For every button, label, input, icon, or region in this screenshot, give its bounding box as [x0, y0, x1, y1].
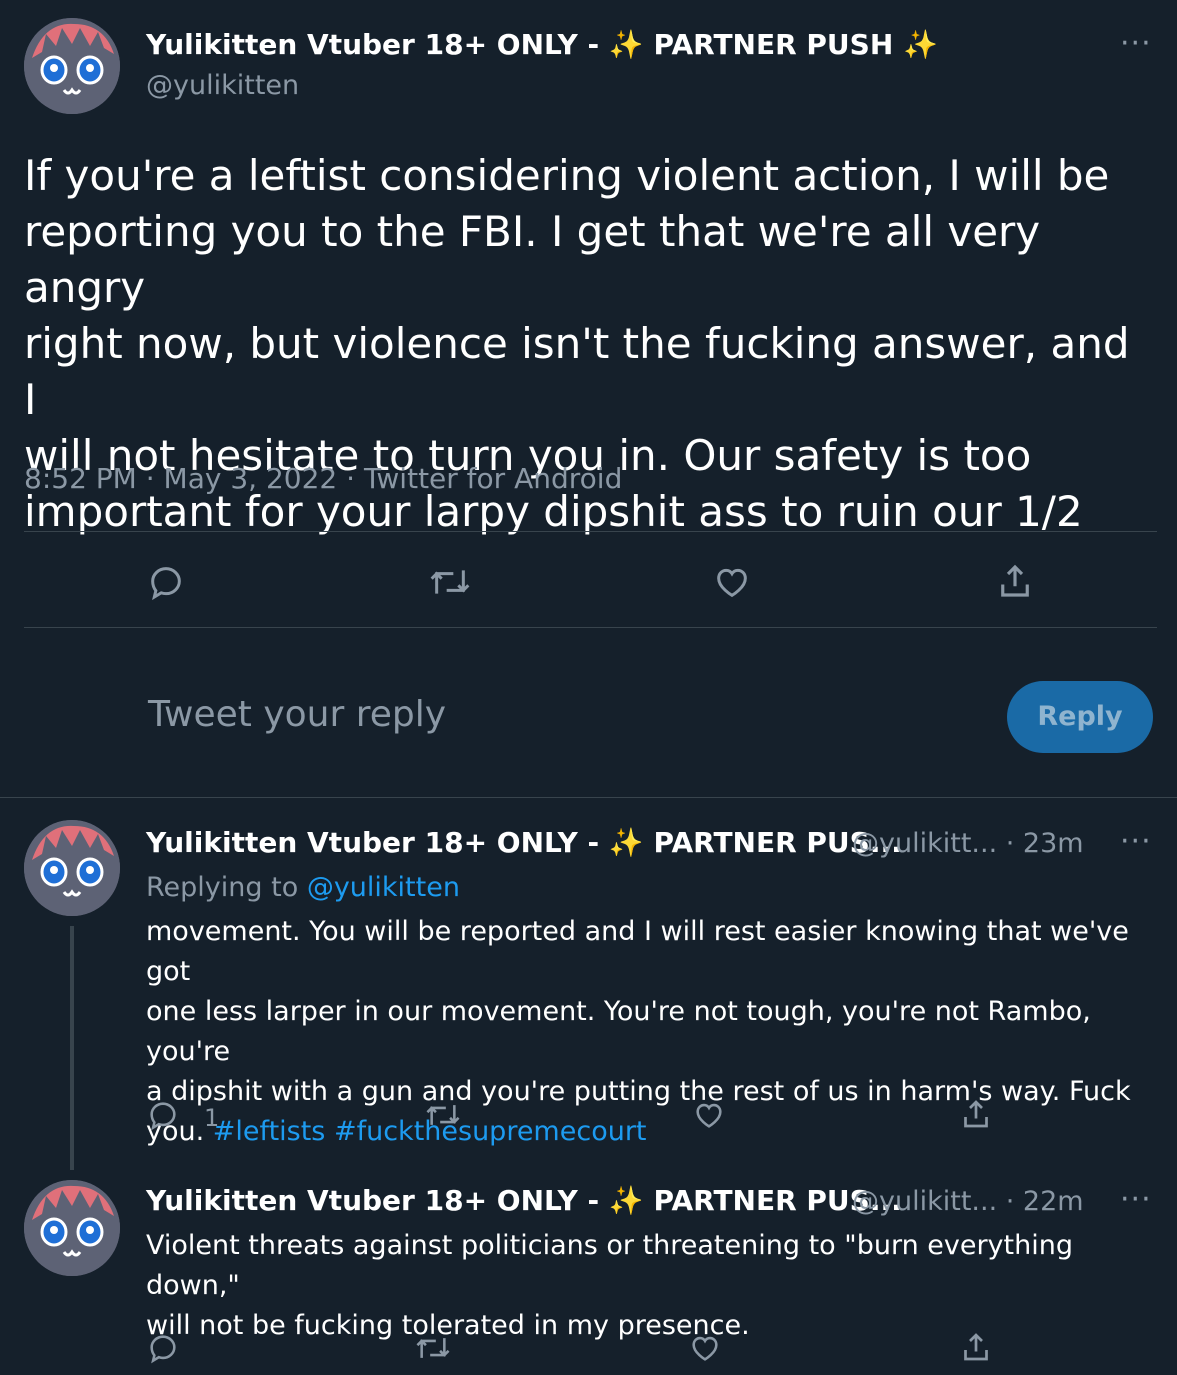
author-display-name: Yulikitten Vtuber 18+ ONLY -	[146, 28, 600, 61]
tweet-text-line: If you're a leftist considering violent …	[24, 151, 1110, 200]
more-icon[interactable]: ···	[1120, 1182, 1152, 1217]
thread-line	[70, 926, 74, 1170]
hashtag-link[interactable]: #leftists	[213, 1116, 326, 1147]
tweet-meta: 8:52 PM · May 3, 2022 · Twitter for Andr…	[24, 462, 622, 495]
reply-handle-time: @yulikitt... · 23m	[852, 828, 1084, 859]
reply-handle[interactable]: @yulikitt...	[852, 828, 997, 859]
sparkle-icon: ✨	[903, 28, 938, 61]
reply-text-line: one less larper in our movement. You're …	[146, 996, 1091, 1067]
reply-time[interactable]: · 22m	[1006, 1186, 1084, 1217]
like-icon[interactable]	[688, 1331, 722, 1365]
hashtag-link[interactable]: #fuckthesupremecourt	[334, 1116, 647, 1147]
retweet-icon[interactable]	[424, 1098, 462, 1132]
more-icon[interactable]: ···	[1120, 824, 1152, 859]
replying-to: Replying to @yulikitten	[146, 872, 460, 903]
share-icon[interactable]	[994, 560, 1036, 602]
more-icon[interactable]: ···	[1120, 26, 1152, 61]
author-name[interactable]: Yulikitten Vtuber 18+ ONLY - ✨ PARTNER P…	[146, 28, 938, 61]
author-display-name: Yulikitten Vtuber 18+ ONLY -	[146, 1184, 600, 1217]
reply-time[interactable]: · 23m	[1006, 828, 1084, 859]
reply-icon[interactable]	[146, 1098, 180, 1132]
tweet-time[interactable]: 8:52 PM	[24, 462, 137, 495]
retweet-icon[interactable]	[428, 562, 472, 602]
share-icon[interactable]	[958, 1096, 994, 1132]
meta-separator: ·	[145, 462, 155, 495]
author-handle[interactable]: @yulikitten	[146, 70, 299, 101]
reply-icon[interactable]	[146, 1331, 180, 1365]
meta-separator: ·	[346, 462, 356, 495]
like-icon[interactable]	[692, 1098, 726, 1132]
reply-text-line: will not be fucking tolerated in my pres…	[146, 1310, 750, 1341]
divider	[24, 531, 1157, 532]
reply-text: Violent threats against politicians or t…	[146, 1226, 1166, 1346]
tweet-text-line: right now, but violence isn't the fuckin…	[24, 319, 1130, 424]
tweet-date[interactable]: May 3, 2022	[164, 462, 338, 495]
divider	[24, 627, 1157, 628]
replying-to-link[interactable]: @yulikitten	[307, 872, 460, 903]
sparkle-icon: ✨	[608, 826, 644, 859]
section-divider	[0, 797, 1177, 798]
reply-text-line: movement. You will be reported and I wil…	[146, 916, 1129, 987]
reply-icon[interactable]	[146, 562, 186, 602]
reply-handle-time: @yulikitt... · 22m	[852, 1186, 1084, 1217]
reply-author-name[interactable]: Yulikitten Vtuber 18+ ONLY - ✨ PARTNER P…	[146, 1184, 902, 1217]
tweet-source[interactable]: Twitter for Android	[364, 462, 622, 495]
reply-text-line: Violent threats against politicians or t…	[146, 1230, 1073, 1301]
sparkle-icon: ✨	[608, 28, 644, 61]
reply-input[interactable]: Tweet your reply	[148, 694, 446, 735]
reply-text-line: a dipshit with a gun and you're putting …	[146, 1076, 1131, 1107]
retweet-icon[interactable]	[414, 1331, 452, 1365]
sparkle-icon: ✨	[608, 1184, 644, 1217]
reply-text-line: you. #leftists #fuckthesupremecourt	[146, 1112, 1166, 1152]
tweet-text-line: reporting you to the FBI. I get that we'…	[24, 207, 1041, 312]
replying-to-label: Replying to	[146, 872, 299, 903]
avatar[interactable]	[24, 1180, 120, 1276]
author-display-name: Yulikitten Vtuber 18+ ONLY -	[146, 826, 600, 859]
avatar[interactable]	[24, 18, 120, 114]
author-name-suffix: PARTNER PUSH	[653, 28, 894, 61]
reply-handle[interactable]: @yulikitt...	[852, 1186, 997, 1217]
reply-author-name[interactable]: Yulikitten Vtuber 18+ ONLY - ✨ PARTNER P…	[146, 826, 902, 859]
reply-button[interactable]: Reply	[1007, 681, 1153, 753]
share-icon[interactable]	[958, 1329, 994, 1365]
avatar[interactable]	[24, 820, 120, 916]
reply-count: 1	[204, 1104, 220, 1132]
reply-text: movement. You will be reported and I wil…	[146, 912, 1166, 1152]
like-icon[interactable]	[712, 562, 752, 602]
